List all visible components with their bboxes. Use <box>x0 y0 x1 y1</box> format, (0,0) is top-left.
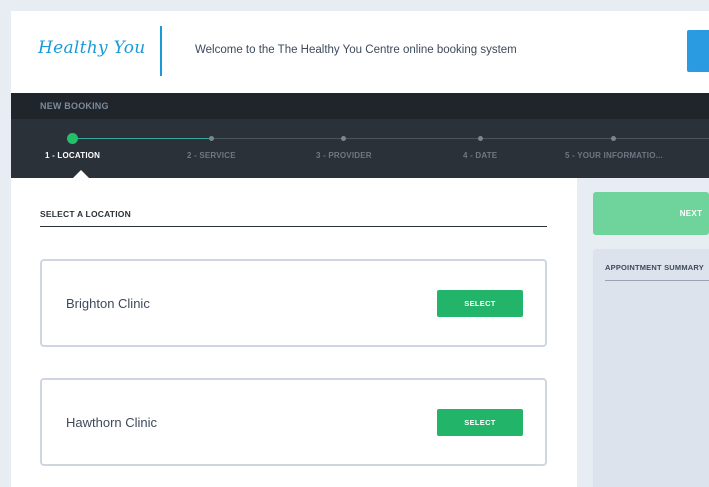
new-booking-title: NEW BOOKING <box>40 101 109 111</box>
booking-progress-bar: NEW BOOKING 1 - LOCATION 2 - SERVICE 3 -… <box>11 93 709 178</box>
location-name: Brighton Clinic <box>66 296 150 311</box>
site-header: Healthy You Welcome to the The Healthy Y… <box>11 11 709 93</box>
step-label: 2 - SERVICE <box>187 151 236 160</box>
next-button[interactable]: NEXT <box>593 192 709 235</box>
step-label: 1 - LOCATION <box>45 151 101 160</box>
summary-divider <box>605 280 709 281</box>
header-action-button[interactable] <box>687 30 709 72</box>
section-title: SELECT A LOCATION <box>40 209 131 219</box>
booking-title-bar: NEW BOOKING <box>11 93 709 119</box>
section-divider <box>40 226 547 227</box>
welcome-text: Welcome to the The Healthy You Centre on… <box>195 44 517 56</box>
header-divider <box>160 26 162 76</box>
active-step-caret <box>73 170 89 178</box>
step-dot-active <box>67 133 79 144</box>
step-dot <box>341 136 347 141</box>
select-brighton-button[interactable]: SELECT <box>437 290 523 317</box>
summary-title: APPOINTMENT SUMMARY <box>605 263 704 272</box>
step-dot <box>611 136 617 141</box>
location-name: Hawthorn Clinic <box>66 415 158 430</box>
step-dot <box>208 136 214 141</box>
step-dot <box>477 136 483 141</box>
step-your-information[interactable]: 5 - YOUR INFORMATIO... <box>565 131 663 160</box>
location-card-hawthorn[interactable]: Hawthorn Clinic SELECT <box>40 378 547 466</box>
step-label: 3 - PROVIDER <box>316 151 372 160</box>
step-date[interactable]: 4 - DATE <box>463 131 497 160</box>
step-service[interactable]: 2 - SERVICE <box>187 131 236 160</box>
healthy-you-logo[interactable]: Healthy You <box>38 38 145 58</box>
appointment-summary-panel: APPOINTMENT SUMMARY <box>593 249 709 487</box>
step-label: 4 - DATE <box>463 151 498 160</box>
step-provider[interactable]: 3 - PROVIDER <box>316 131 372 160</box>
location-card-brighton[interactable]: Brighton Clinic SELECT <box>40 259 547 347</box>
select-hawthorn-button[interactable]: SELECT <box>437 409 523 436</box>
location-panel: SELECT A LOCATION Brighton Clinic SELECT… <box>11 178 577 487</box>
step-location[interactable]: 1 - LOCATION <box>45 131 100 160</box>
step-label: 5 - YOUR INFORMATIO... <box>565 151 663 160</box>
